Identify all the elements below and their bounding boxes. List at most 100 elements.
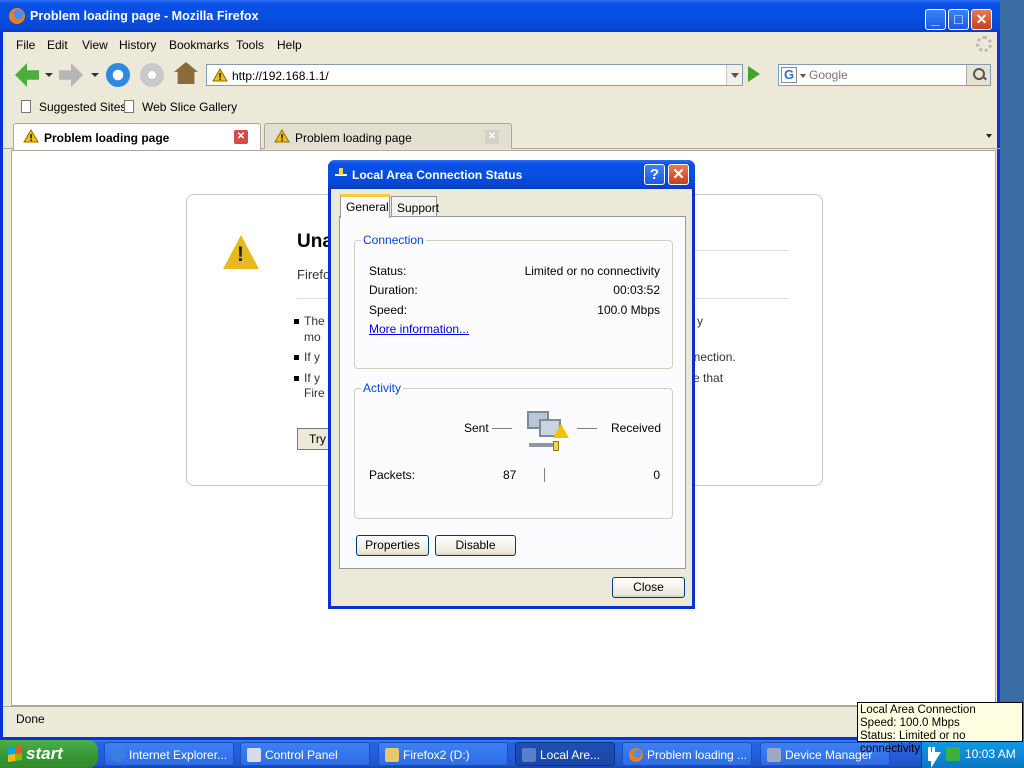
reload-icon[interactable] (106, 63, 130, 87)
forward-arrow-icon[interactable] (59, 63, 83, 87)
dialog-title: Local Area Connection Status (352, 168, 523, 182)
task-label: Problem loading ... (647, 748, 748, 762)
windows-logo-icon (8, 746, 22, 762)
activity-legend: Activity (363, 381, 402, 395)
error-bullet-line: mo (304, 330, 321, 344)
stop-icon[interactable] (140, 63, 164, 87)
internet-explorer-icon (111, 748, 125, 762)
large-warning-icon (223, 235, 259, 269)
window-title: Problem loading page - Mozilla Firefox (30, 9, 259, 23)
more-information-link[interactable]: More information... (369, 322, 469, 336)
task-firefox2-drive[interactable]: Firefox2 (D:) (378, 742, 508, 766)
tab-close-icon[interactable]: ✕ (234, 130, 248, 144)
url-bar[interactable]: http://192.168.1.1/ (206, 64, 743, 86)
page-icon (21, 100, 31, 113)
help-button[interactable]: ? (644, 164, 665, 185)
tab-close-icon[interactable]: ✕ (485, 130, 499, 144)
firefox-titlebar[interactable]: Problem loading page - Mozilla Firefox _… (0, 0, 1000, 32)
folder-icon (385, 748, 399, 762)
forward-history-dropdown[interactable] (91, 73, 99, 77)
task-label: Firefox2 (D:) (403, 748, 470, 762)
tooltip-line: Speed: 100.0 Mbps (860, 717, 960, 729)
connection-group: Connection Status: Limited or no connect… (354, 233, 673, 369)
connection-legend: Connection (363, 233, 424, 247)
google-engine-icon[interactable]: G (781, 67, 797, 83)
search-engine-dropdown[interactable] (800, 74, 806, 78)
packets-sent-value: 87 (503, 468, 517, 482)
sent-line (492, 428, 512, 429)
tooltip-line: Local Area Connection (860, 704, 976, 716)
connector-shape (553, 441, 559, 451)
disable-button[interactable]: Disable (435, 535, 516, 556)
tab-problem-loading-1[interactable]: Problem loading page ✕ (13, 123, 261, 150)
start-button[interactable]: start (0, 740, 98, 768)
dialog-close-icon[interactable]: ✕ (668, 164, 689, 185)
activity-group: Activity Sent Received Packets: 87 0 (354, 381, 673, 519)
go-arrow-icon[interactable] (748, 66, 760, 82)
tab-strip: Problem loading page ✕ Problem loading p… (3, 121, 1000, 150)
error-bullet: If y (293, 350, 321, 364)
search-input[interactable] (809, 67, 964, 83)
tab-list-dropdown[interactable] (982, 126, 998, 144)
menu-view[interactable]: View (82, 38, 108, 52)
back-history-dropdown[interactable] (45, 73, 53, 77)
tab-label: Problem loading page (44, 131, 170, 145)
error-bullet-line: Fire (304, 386, 325, 400)
speed-value: 100.0 Mbps (597, 303, 660, 317)
tab-problem-loading-2[interactable]: Problem loading page ✕ (264, 123, 512, 149)
network-connection-icon (335, 168, 347, 180)
network-tooltip: Local Area Connection Speed: 100.0 Mbps … (857, 702, 1023, 755)
packets-divider (544, 468, 545, 482)
menu-bar: File Edit View History Bookmarks Tools H… (3, 32, 1000, 56)
close-window-button[interactable]: ✕ (971, 9, 992, 30)
properties-button[interactable]: Properties (356, 535, 429, 556)
status-bar: Done (3, 706, 1000, 728)
menu-edit[interactable]: Edit (47, 38, 68, 52)
duration-label: Duration: (369, 283, 418, 297)
task-internet-explorer[interactable]: Internet Explorer... (104, 742, 234, 766)
general-tab-panel: Connection Status: Limited or no connect… (339, 216, 686, 569)
status-label: Status: (369, 264, 407, 278)
page-icon (124, 100, 134, 113)
task-local-area-connection[interactable]: Local Are... (515, 742, 615, 766)
speed-label: Speed: (369, 303, 408, 317)
tab-general[interactable]: General (340, 194, 390, 218)
bookmark-suggested-sites[interactable]: Suggested Sites (21, 100, 126, 114)
maximize-button[interactable]: □ (948, 9, 969, 30)
warning-icon (212, 68, 228, 82)
menu-help[interactable]: Help (277, 38, 302, 52)
bookmarks-toolbar: Suggested Sites Web Slice Gallery (3, 95, 1000, 119)
menu-bookmarks[interactable]: Bookmarks (169, 38, 229, 52)
error-bullet: The (294, 314, 325, 328)
error-subtitle: Firefo (297, 267, 331, 282)
firefox-icon (629, 748, 643, 762)
task-label: Control Panel (265, 748, 338, 762)
network-connection-icon (522, 748, 536, 762)
back-arrow-icon[interactable] (15, 63, 39, 87)
task-control-panel[interactable]: Control Panel (240, 742, 370, 766)
minimize-button[interactable]: _ (925, 9, 946, 30)
url-history-dropdown[interactable] (726, 65, 742, 85)
dialog-titlebar[interactable]: Local Area Connection Status ? ✕ (328, 160, 695, 189)
sent-label: Sent (464, 421, 489, 435)
menu-file[interactable]: File (16, 38, 35, 52)
task-label: Internet Explorer... (129, 748, 228, 762)
search-magnifier-icon[interactable] (966, 65, 990, 85)
local-area-connection-status-dialog: Local Area Connection Status ? ✕ General… (328, 160, 695, 609)
tab-support[interactable]: Support (391, 196, 439, 217)
received-line (577, 428, 597, 429)
menu-history[interactable]: History (119, 38, 156, 52)
throbber-icon (976, 36, 992, 52)
url-text[interactable]: http://192.168.1.1/ (232, 69, 329, 83)
search-box[interactable]: G (778, 64, 991, 86)
home-icon[interactable] (174, 62, 198, 84)
task-label: Local Are... (540, 748, 601, 762)
mouse-cursor-icon (931, 752, 941, 768)
task-problem-loading[interactable]: Problem loading ... (622, 742, 752, 766)
menu-tools[interactable]: Tools (236, 38, 264, 52)
close-button[interactable]: Close (612, 577, 685, 598)
packets-received-value: 0 (653, 468, 660, 482)
start-label: start (26, 744, 63, 763)
firefox-logo-icon (9, 8, 25, 24)
bookmark-web-slice-gallery[interactable]: Web Slice Gallery (124, 100, 237, 114)
